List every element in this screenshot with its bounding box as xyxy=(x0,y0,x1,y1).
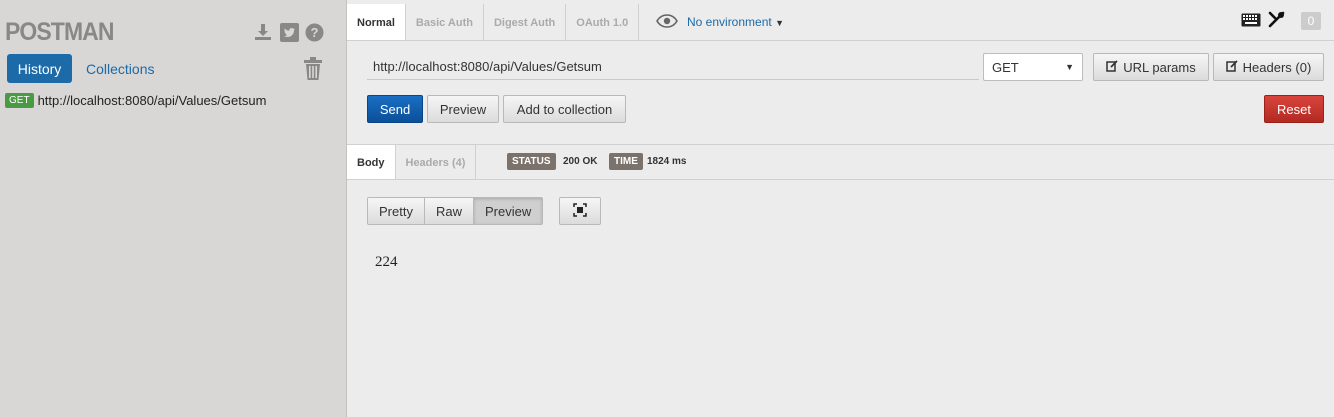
eye-icon[interactable] xyxy=(656,14,678,31)
headers-label: Headers (0) xyxy=(1242,59,1312,75)
time-value: 1824 ms xyxy=(647,156,687,167)
method-select[interactable]: GET ▼ xyxy=(983,53,1083,81)
view-mode-group: Pretty Raw Preview xyxy=(367,197,544,225)
main-panel: Normal Basic Auth Digest Auth OAuth 1.0 … xyxy=(347,0,1334,417)
auth-tabs: Normal Basic Auth Digest Auth OAuth 1.0 xyxy=(347,4,640,41)
fullscreen-button[interactable] xyxy=(559,197,601,225)
app-logo: POSTMAN xyxy=(5,18,114,46)
history-url: http://localhost:8080/api/Values/Getsum xyxy=(37,93,267,108)
environment-select[interactable]: No environment ▼ xyxy=(687,15,784,29)
tab-history[interactable]: History xyxy=(7,54,72,83)
sidebar: POSTMAN ? History Collections GET http:/… xyxy=(0,0,347,417)
send-button[interactable]: Send xyxy=(367,95,423,123)
divider xyxy=(347,179,1334,180)
divider xyxy=(347,40,1334,41)
status-label: STATUS xyxy=(507,153,556,170)
tab-normal[interactable]: Normal xyxy=(347,4,406,41)
reset-button[interactable]: Reset xyxy=(1264,95,1324,123)
edit-icon xyxy=(1225,59,1238,75)
headers-button[interactable]: Headers (0) xyxy=(1213,53,1324,81)
caret-down-icon: ▼ xyxy=(775,18,784,28)
keyboard-icon[interactable] xyxy=(1241,13,1261,30)
status-value: 200 OK xyxy=(563,156,598,167)
tab-collections[interactable]: Collections xyxy=(86,54,154,83)
tab-oauth[interactable]: OAuth 1.0 xyxy=(566,4,640,41)
svg-text:?: ? xyxy=(310,25,318,40)
preview-view-button[interactable]: Preview xyxy=(473,198,543,224)
trash-icon[interactable] xyxy=(302,57,324,81)
response-tabs: Body Headers (4) xyxy=(347,145,477,180)
caret-down-icon: ▼ xyxy=(1065,62,1074,72)
edit-icon xyxy=(1106,59,1118,75)
raw-view-button[interactable]: Raw xyxy=(424,198,474,224)
url-input[interactable] xyxy=(367,54,979,80)
method-badge: GET xyxy=(5,93,34,108)
preview-button[interactable]: Preview xyxy=(427,95,499,123)
tab-basic-auth[interactable]: Basic Auth xyxy=(406,4,484,41)
help-icon[interactable]: ? xyxy=(304,22,324,42)
history-list-item[interactable]: GET http://localhost:8080/api/Values/Get… xyxy=(5,93,266,108)
url-params-label: URL params xyxy=(1123,59,1196,75)
twitter-icon[interactable] xyxy=(279,22,299,42)
divider xyxy=(347,144,1334,145)
url-params-button[interactable]: URL params xyxy=(1093,53,1209,81)
settings-wrench-icon[interactable] xyxy=(1268,11,1285,31)
download-icon[interactable] xyxy=(253,22,273,42)
tab-response-headers[interactable]: Headers (4) xyxy=(396,145,477,180)
add-to-collection-button[interactable]: Add to collection xyxy=(503,95,626,123)
tab-body[interactable]: Body xyxy=(347,145,396,180)
response-body: 224 xyxy=(375,254,398,270)
fullscreen-icon xyxy=(573,202,587,220)
time-label: TIME xyxy=(609,153,643,170)
counter-badge: 0 xyxy=(1301,12,1321,30)
tab-digest-auth[interactable]: Digest Auth xyxy=(484,4,567,41)
environment-label: No environment xyxy=(687,15,772,29)
method-value: GET xyxy=(992,59,1019,75)
pretty-view-button[interactable]: Pretty xyxy=(368,198,425,224)
